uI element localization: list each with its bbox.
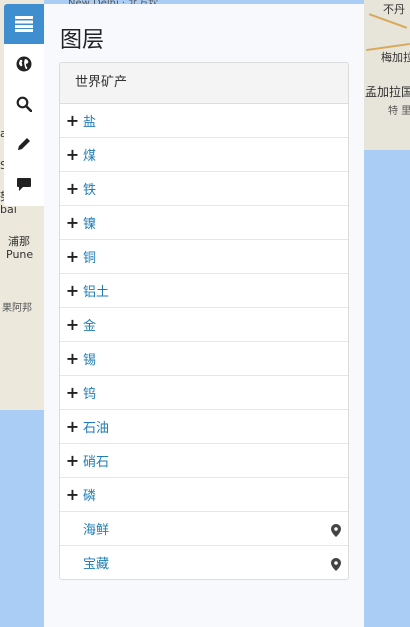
- map-toolbar: [4, 4, 44, 206]
- layers-panel: 图层 世界矿产 + 盐 + 煤 + 铁 + 镍 + 铜 + 铝土 + 金 + 锡 + 钨 + 石油 + 硝石 + 磷海鲜 宝藏: [44, 4, 364, 627]
- map-label-special: 特 里: [388, 106, 410, 117]
- bay-of-bengal: [364, 150, 410, 627]
- layer-item[interactable]: + 盐: [60, 104, 348, 138]
- layer-item-label[interactable]: 石油: [83, 417, 109, 436]
- layer-item-label[interactable]: 镍: [83, 213, 96, 232]
- layers-button[interactable]: [4, 4, 44, 44]
- globe-icon: [16, 56, 32, 72]
- plus-icon[interactable]: +: [60, 384, 83, 401]
- layer-list: + 盐 + 煤 + 铁 + 镍 + 铜 + 铝土 + 金 + 锡 + 钨 + 石油 + 硝石 + 磷海鲜 宝藏: [60, 104, 348, 579]
- globe-button[interactable]: [4, 44, 44, 84]
- layer-item[interactable]: + 铁: [60, 172, 348, 206]
- plus-icon[interactable]: +: [60, 112, 83, 129]
- search-button[interactable]: [4, 84, 44, 124]
- panel-title: 图层: [60, 28, 105, 53]
- layer-item[interactable]: + 磷: [60, 478, 348, 512]
- map-marker-icon: [331, 522, 341, 541]
- layer-item[interactable]: + 钨: [60, 376, 348, 410]
- layer-item-label[interactable]: 盐: [83, 111, 96, 130]
- layer-item[interactable]: + 金: [60, 308, 348, 342]
- map-label-bhutan: 不丹: [383, 3, 405, 16]
- plus-icon[interactable]: +: [60, 486, 83, 503]
- search-icon: [16, 96, 32, 112]
- layer-item-label[interactable]: 硝石: [83, 451, 109, 470]
- draw-button[interactable]: [4, 124, 44, 164]
- plus-icon[interactable]: +: [60, 146, 83, 163]
- plus-icon[interactable]: +: [60, 282, 83, 299]
- layer-item[interactable]: + 镍: [60, 206, 348, 240]
- layer-item[interactable]: 宝藏: [60, 546, 348, 579]
- plus-icon[interactable]: +: [60, 350, 83, 367]
- layer-item-label[interactable]: 金: [83, 315, 96, 334]
- plus-icon[interactable]: +: [60, 452, 83, 469]
- layer-item[interactable]: + 铝土: [60, 274, 348, 308]
- layer-item-label[interactable]: 宝藏: [81, 553, 109, 572]
- list-icon: [15, 16, 33, 32]
- land-area-east: [364, 0, 410, 150]
- layer-item-label[interactable]: 磷: [83, 485, 96, 504]
- layer-item-label[interactable]: 海鲜: [81, 519, 109, 538]
- comment-button[interactable]: [4, 164, 44, 204]
- layer-item[interactable]: + 石油: [60, 410, 348, 444]
- layer-item[interactable]: + 硝石: [60, 444, 348, 478]
- layer-item-label[interactable]: 铁: [83, 179, 96, 198]
- comment-icon: [16, 176, 32, 192]
- layer-group-card: 世界矿产 + 盐 + 煤 + 铁 + 镍 + 铜 + 铝土 + 金 + 锡 + 钨 + 石油 + 硝石 + 磷海鲜 宝藏: [59, 62, 349, 580]
- layer-item-label[interactable]: 铝土: [83, 281, 109, 300]
- plus-icon[interactable]: +: [60, 214, 83, 231]
- pencil-icon: [16, 136, 32, 152]
- layer-item-label[interactable]: 锡: [83, 349, 96, 368]
- layer-group-header[interactable]: 世界矿产: [60, 63, 348, 104]
- map-label-pune-cn: 浦那: [8, 235, 30, 248]
- plus-icon[interactable]: +: [60, 316, 83, 333]
- layer-item-label[interactable]: 煤: [83, 145, 96, 164]
- layer-item-label[interactable]: 钨: [83, 383, 96, 402]
- layer-item[interactable]: + 锡: [60, 342, 348, 376]
- map-label-bangladesh: 孟加拉国: [365, 85, 410, 99]
- layer-item[interactable]: + 铜: [60, 240, 348, 274]
- layer-item-label[interactable]: 铜: [83, 247, 96, 266]
- map-label-pune: Pune: [6, 248, 34, 261]
- plus-icon[interactable]: +: [60, 248, 83, 265]
- map-label-goa: 果阿邦: [2, 303, 32, 314]
- layer-item[interactable]: + 煤: [60, 138, 348, 172]
- layer-item[interactable]: 海鲜: [60, 512, 348, 546]
- map-marker-icon: [331, 556, 341, 575]
- plus-icon[interactable]: +: [60, 180, 83, 197]
- plus-icon[interactable]: +: [60, 418, 83, 435]
- map-label-meghalaya: 梅加拉: [381, 51, 410, 64]
